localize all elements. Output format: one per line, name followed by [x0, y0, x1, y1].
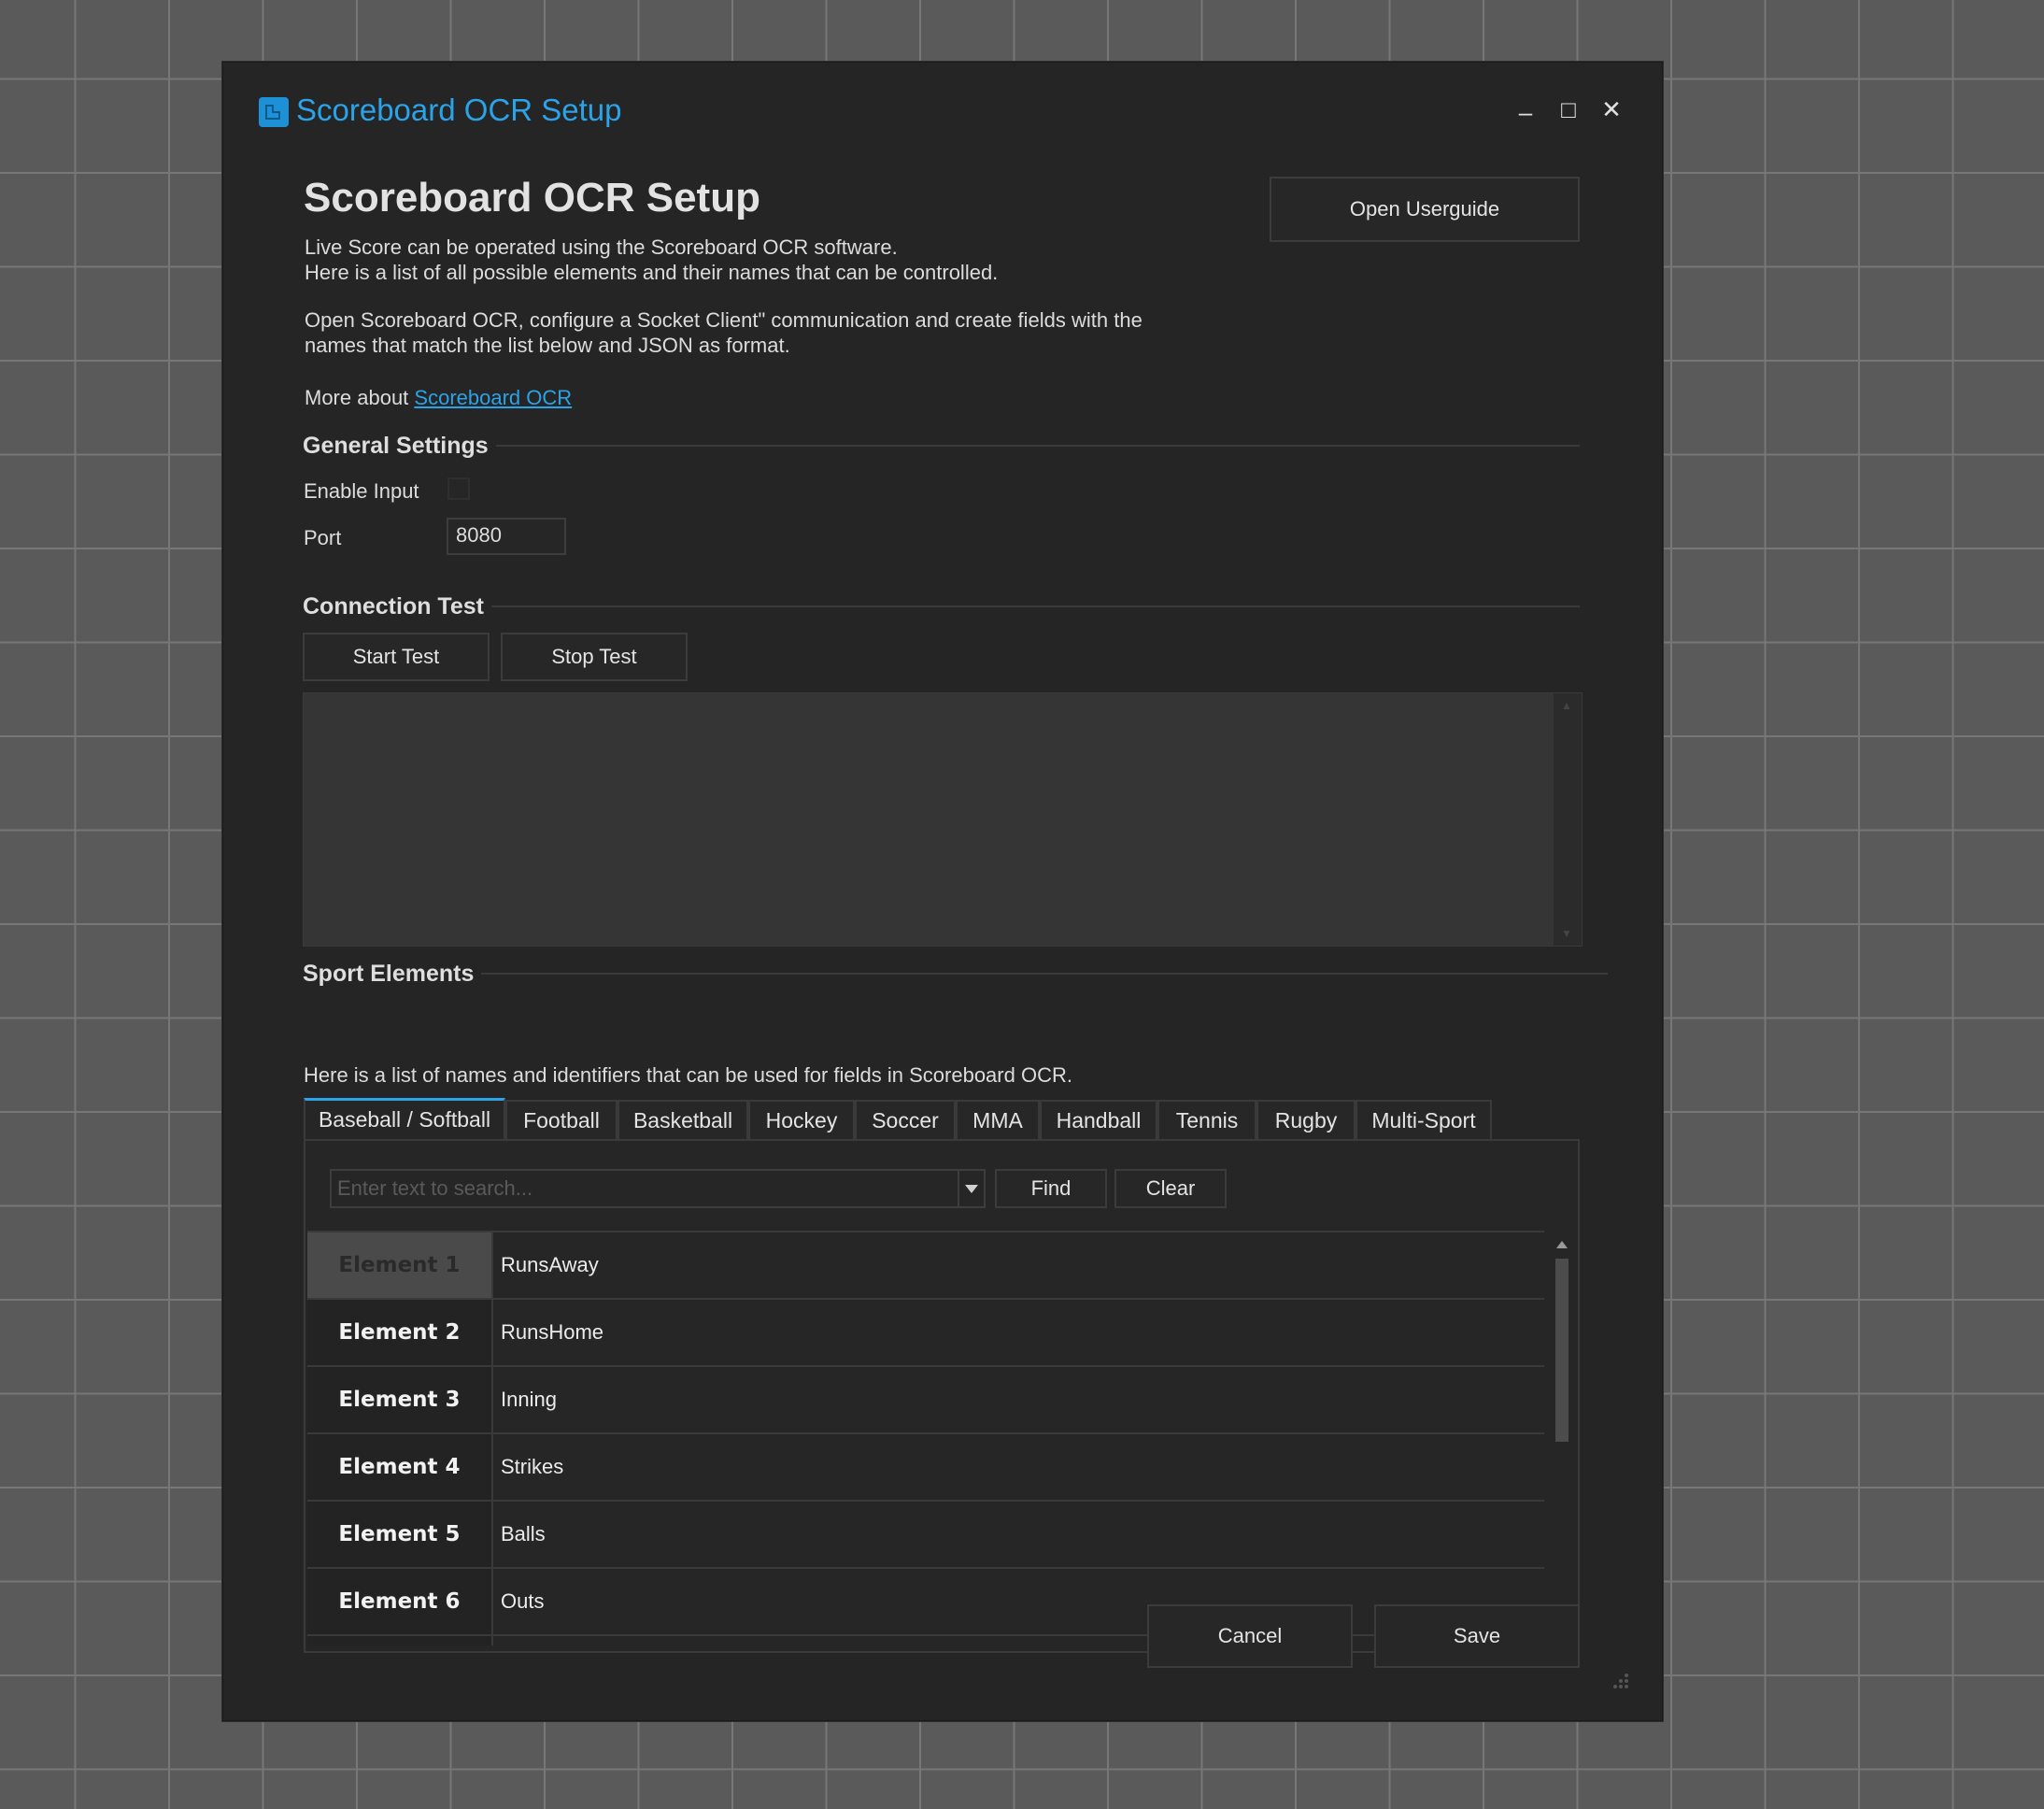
close-button[interactable]: ✕: [1593, 91, 1630, 128]
open-userguide-button[interactable]: Open Userguide: [1270, 177, 1580, 242]
minimize-button[interactable]: –: [1507, 91, 1544, 128]
element-name-cell[interactable]: Inning: [501, 1367, 557, 1432]
window-title: Scoreboard OCR Setup: [296, 93, 622, 127]
port-label: Port: [304, 526, 342, 549]
maximize-icon: □: [1561, 94, 1576, 123]
row-header[interactable]: Element 4: [307, 1434, 493, 1500]
save-button[interactable]: Save: [1374, 1604, 1580, 1668]
table-row[interactable]: Element 1 RunsAway: [307, 1232, 1544, 1300]
tab-football[interactable]: Football: [505, 1100, 617, 1139]
sport-elements-title: Sport Elements: [303, 961, 482, 988]
tab-tennis[interactable]: Tennis: [1157, 1100, 1256, 1139]
start-test-button[interactable]: Start Test: [303, 633, 490, 681]
scroll-up-icon[interactable]: [1556, 1236, 1568, 1253]
table-row[interactable]: Element 5 Balls: [307, 1502, 1544, 1569]
row-header[interactable]: Element 2: [307, 1300, 493, 1365]
scroll-down-icon[interactable]: ▼: [1561, 927, 1572, 940]
clear-button[interactable]: Clear: [1114, 1169, 1227, 1208]
more-about-text: More about Scoreboard OCR: [305, 385, 572, 410]
element-name-cell[interactable]: RunsAway: [501, 1232, 599, 1298]
tab-rugby[interactable]: Rugby: [1256, 1100, 1356, 1139]
connection-test-title: Connection Test: [303, 593, 491, 620]
table-row[interactable]: Element 2 RunsHome: [307, 1300, 1544, 1367]
enable-input-checkbox[interactable]: [447, 477, 470, 500]
general-settings-title: General Settings: [303, 433, 496, 460]
elements-grid: Element 1 RunsAway Element 2 RunsHome El…: [307, 1231, 1544, 1645]
element-name-cell[interactable]: Strikes: [501, 1434, 563, 1500]
scroll-thumb[interactable]: [1555, 1259, 1568, 1442]
search-dropdown-button[interactable]: [959, 1169, 986, 1208]
resize-grip-icon[interactable]: [1610, 1670, 1630, 1690]
row-header: [307, 1636, 493, 1645]
minimize-icon: –: [1518, 97, 1533, 126]
find-button[interactable]: Find: [995, 1169, 1107, 1208]
more-about-label: More about: [305, 386, 415, 409]
grid-scrollbar[interactable]: [1548, 1231, 1576, 1644]
element-name-cell[interactable]: RunsHome: [501, 1300, 603, 1365]
scoreboard-ocr-link[interactable]: Scoreboard OCR: [414, 386, 572, 409]
element-name-cell[interactable]: Balls: [501, 1502, 546, 1567]
element-name-cell[interactable]: Outs: [501, 1569, 544, 1634]
row-header[interactable]: Element 6: [307, 1569, 493, 1634]
log-scrollbar[interactable]: ▲ ▼: [1554, 693, 1582, 946]
page-title: Scoreboard OCR Setup: [304, 175, 760, 221]
port-input[interactable]: 8080: [447, 518, 566, 555]
search-input[interactable]: Enter text to search...: [330, 1169, 959, 1208]
maximize-button[interactable]: □: [1550, 91, 1587, 128]
row-header[interactable]: Element 5: [307, 1502, 493, 1567]
stop-test-button[interactable]: Stop Test: [501, 633, 688, 681]
tab-baseball-softball[interactable]: Baseball / Softball: [304, 1098, 505, 1139]
tab-basketball[interactable]: Basketball: [617, 1100, 748, 1139]
row-header[interactable]: Element 3: [307, 1367, 493, 1432]
tab-hockey[interactable]: Hockey: [748, 1100, 855, 1139]
sport-tabs: Baseball / Softball Football Basketball …: [304, 1098, 1580, 1141]
sport-elements-divider: [304, 973, 1608, 975]
cancel-button[interactable]: Cancel: [1147, 1604, 1353, 1668]
row-header[interactable]: Element 1: [307, 1232, 493, 1298]
close-icon: ✕: [1601, 94, 1622, 123]
table-row-partial: [307, 1636, 1544, 1645]
scroll-up-icon[interactable]: ▲: [1561, 699, 1572, 712]
description-line-3: Open Scoreboard OCR, configure a Socket …: [305, 308, 1143, 332]
setup-window: Scoreboard OCR Setup – □ ✕ Scoreboard OC…: [222, 62, 1663, 1721]
tab-soccer[interactable]: Soccer: [855, 1100, 956, 1139]
chevron-down-icon: [965, 1184, 978, 1193]
description-line-2: Here is a list of all possible elements …: [305, 261, 999, 284]
connection-test-divider: [304, 605, 1580, 607]
tab-page-baseball-softball: Enter text to search... Find Clear Eleme…: [304, 1139, 1580, 1653]
enable-input-label: Enable Input: [304, 479, 419, 503]
table-row[interactable]: Element 4 Strikes: [307, 1434, 1544, 1502]
description-line-1: Live Score can be operated using the Sco…: [305, 235, 898, 259]
tab-handball[interactable]: Handball: [1040, 1100, 1157, 1139]
table-row[interactable]: Element 3 Inning: [307, 1367, 1544, 1434]
app-icon: [259, 97, 289, 127]
test-output-log[interactable]: ▲ ▼: [303, 692, 1583, 947]
tab-mma[interactable]: MMA: [956, 1100, 1040, 1139]
description-line-4: names that match the list below and JSON…: [305, 334, 790, 357]
table-row[interactable]: Element 6 Outs: [307, 1569, 1544, 1636]
sport-elements-description: Here is a list of names and identifiers …: [304, 1063, 1072, 1087]
tab-multi-sport[interactable]: Multi-Sport: [1356, 1100, 1492, 1139]
